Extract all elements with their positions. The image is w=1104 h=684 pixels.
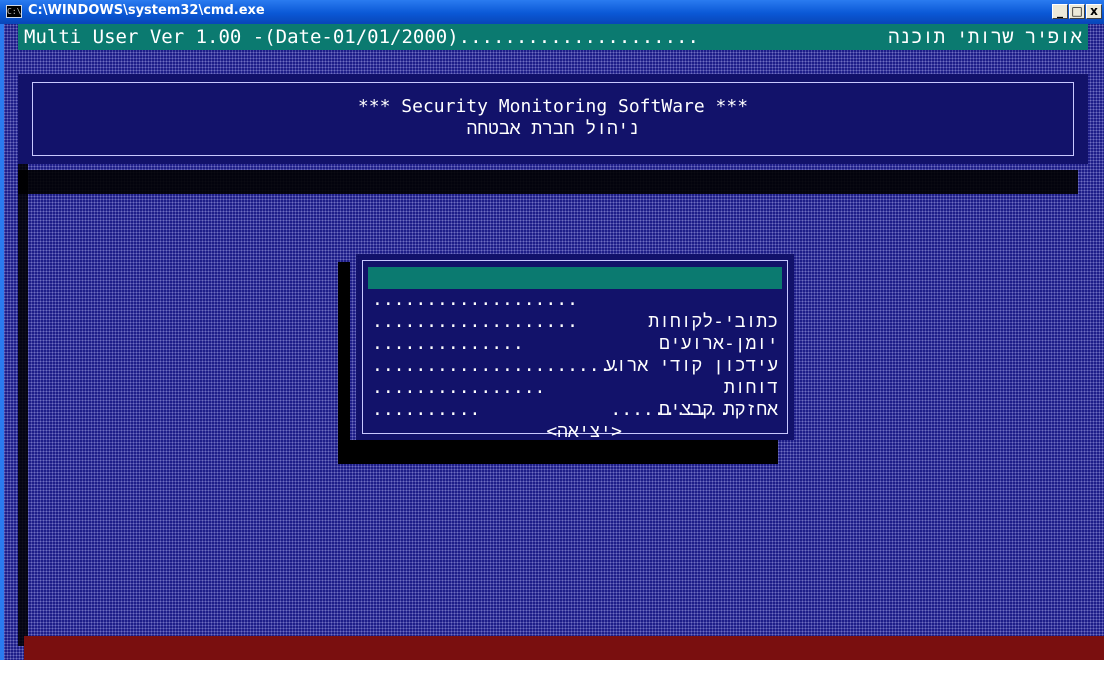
status-text: סרוק בעזרת החיצים את התפריט ובחר בעזרת <… xyxy=(304,661,802,682)
status-bar: סרוק בעזרת החיצים את התפריט ובחר בעזרת <… xyxy=(24,636,1104,682)
window-title: C:\WINDOWS\system32\cmd.exe xyxy=(28,3,265,18)
window-border xyxy=(0,24,4,660)
minimize-button[interactable]: _ xyxy=(1052,4,1068,19)
menu-dots: .......... ........... xyxy=(372,399,730,420)
menu-item-file-maintenance[interactable]: ................ אחזקת קבצים xyxy=(368,355,782,420)
menu-shadow xyxy=(338,262,350,458)
banner-title: *** Security Monitoring SoftWare *** xyxy=(357,96,749,117)
menu-item-event-log[interactable]: ................... יומן-ארועים xyxy=(368,289,782,354)
version-label: Multi User Ver 1.00 -(Date-01/01/2000)..… xyxy=(24,26,699,48)
menu-item-event-codes[interactable]: .............. עידכון קודי ארוע xyxy=(368,311,782,376)
maximize-button[interactable]: □ xyxy=(1069,4,1085,19)
menu-item-customers[interactable]: ................... כתובי-לקוחות xyxy=(368,267,782,332)
title-banner: *** Security Monitoring SoftWare *** ניה… xyxy=(18,74,1088,164)
company-label: אופיר שרותי תוכנה xyxy=(888,26,1082,48)
close-button[interactable]: x xyxy=(1086,4,1102,19)
banner-shadow xyxy=(18,170,1078,194)
banner-subtitle: ניהול חברת אבטחה xyxy=(466,118,640,139)
menu-item-exit[interactable]: .......... ........... <יציאה> xyxy=(368,377,782,442)
header-bar: Multi User Ver 1.00 -(Date-01/01/2000)..… xyxy=(18,24,1088,50)
menu-shadow xyxy=(338,440,778,464)
menu-item-label: <יציאה> xyxy=(546,421,622,442)
window-title-bar[interactable]: C:\ C:\WINDOWS\system32\cmd.exe _ □ x xyxy=(0,0,1104,24)
main-menu: ................... כתובי-לקוחות .......… xyxy=(356,254,794,442)
menu-item-reports[interactable]: ....................... דוחות xyxy=(368,333,782,398)
cmd-icon: C:\ xyxy=(6,5,22,18)
